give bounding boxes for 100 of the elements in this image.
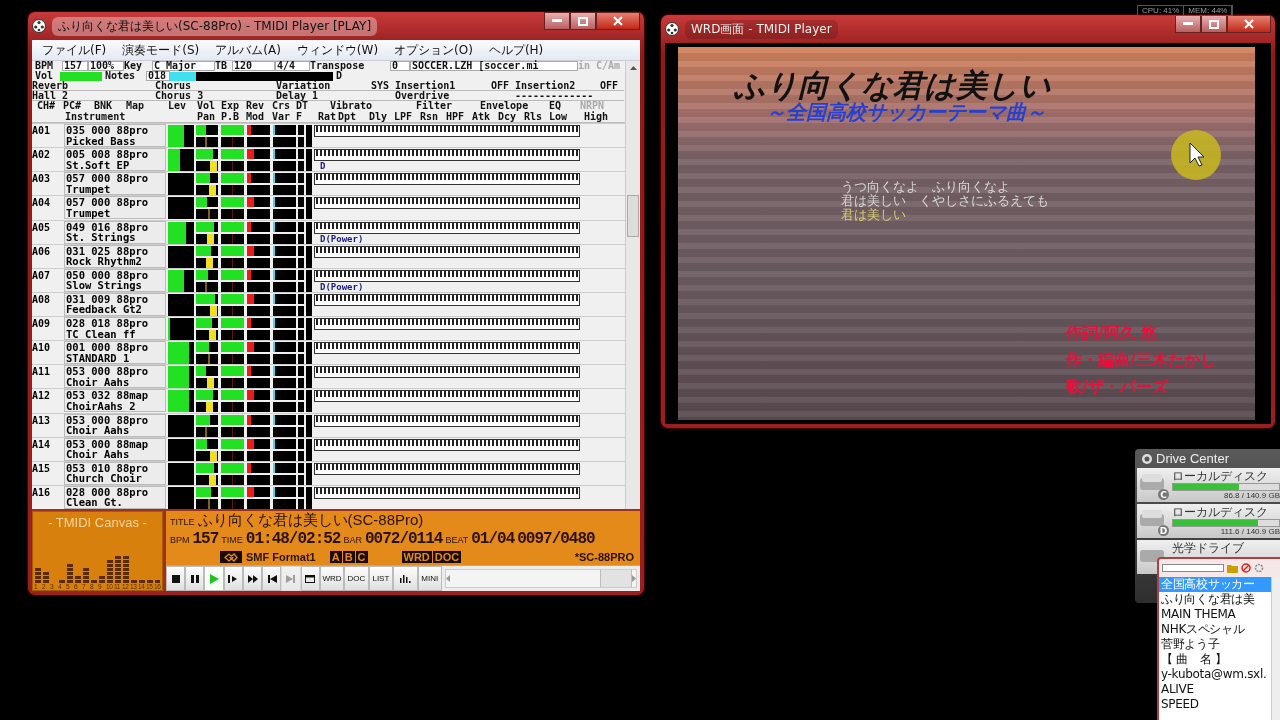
channel-number: A08 — [32, 292, 52, 305]
window-button[interactable] — [300, 566, 320, 591]
column-heading: Filter — [416, 101, 454, 111]
instrument-name: Trumpet — [66, 207, 112, 219]
column-heading: Vibrato — [330, 101, 374, 111]
channel-number: A06 — [32, 244, 52, 257]
channel-number: A13 — [32, 413, 52, 426]
program-number: 050 000 88pro — [66, 269, 150, 281]
program-number: 053 000 88pro — [66, 414, 150, 425]
instrument-name: ChoirAahs 2 — [66, 400, 136, 412]
playlist-item[interactable]: y-kubota@wm.sxl. — [1159, 667, 1271, 682]
progress-field — [1162, 564, 1224, 572]
maximize-icon — [1209, 19, 1219, 29]
menu-item[interactable]: ヘルプ(H) — [482, 40, 550, 60]
key-label: Key — [124, 61, 144, 71]
minimize-icon — [1183, 22, 1193, 26]
film-reel-icon — [32, 19, 46, 33]
column-heading: LPF — [394, 111, 414, 122]
channel-number: A07 — [32, 268, 52, 281]
pause-button[interactable] — [185, 566, 205, 591]
playlist-item[interactable]: 【 曲 名 】 — [1159, 652, 1271, 667]
window-title: ふり向くな君は美しい(SC-88Pro) - TMIDI Player [PLAY] — [52, 16, 378, 36]
playlist-item[interactable]: SPEED — [1159, 697, 1271, 712]
sound-module: *SC-88PRO — [574, 551, 635, 563]
menu-item[interactable]: ウィンドウ(W) — [290, 40, 385, 60]
effect-value: Overdrive — [395, 91, 450, 100]
instrument-name: St. Strings — [66, 232, 136, 243]
instrument-name: STANDARD 1 — [66, 352, 130, 364]
stop-button[interactable] — [166, 566, 186, 591]
cpu-usage: CPU: 41% — [1138, 6, 1185, 15]
window-title: WRD画面 - TMIDI Player — [685, 19, 838, 39]
cursor-icon — [1170, 129, 1222, 181]
effect-value: Chorus 3 — [155, 91, 204, 100]
playlist-item[interactable]: ふり向くな君は美 — [1159, 592, 1271, 607]
column-heading: Low — [549, 111, 569, 122]
maximize-icon — [578, 16, 588, 26]
effect-label: Reverb — [32, 81, 69, 90]
playlist-item[interactable]: NHKスペシャル — [1159, 622, 1271, 637]
film-reel-icon — [665, 22, 679, 36]
column-heading: Rsn — [420, 111, 440, 122]
playlist-item[interactable]: 菅野よう子 — [1159, 637, 1271, 652]
widget-title: Drive Center — [1156, 451, 1229, 466]
close-button[interactable] — [596, 12, 640, 30]
scrollbar[interactable] — [444, 569, 637, 588]
playlist-item[interactable]: MAIN THEMA — [1159, 607, 1271, 622]
drive-item[interactable]: D ローカルディスク 111.6 / 140.9 GB — [1137, 504, 1280, 538]
transpose-label: Transpose — [310, 61, 366, 71]
drive-item[interactable]: C ローカルディスク 86.8 / 140.9 GB — [1137, 468, 1280, 502]
program-number: 001 000 88pro — [66, 342, 150, 353]
previous-button[interactable] — [262, 566, 282, 591]
maximize-button[interactable] — [570, 12, 596, 30]
column-heading: NRPN — [580, 101, 606, 111]
prohibited-icon[interactable] — [1241, 563, 1251, 573]
key-value: C Major — [152, 61, 215, 71]
beat-value: 01/04 — [471, 530, 515, 548]
program-number: 053 010 88pro — [66, 462, 150, 474]
view-button[interactable]: DOC — [344, 566, 369, 591]
scroll-thumb[interactable] — [599, 570, 632, 587]
logo-icon — [220, 551, 242, 563]
effect-label: Insertion2 — [515, 81, 576, 90]
scrollbar[interactable] — [1271, 577, 1280, 720]
menu-item[interactable]: アルバム(A) — [209, 40, 287, 60]
drive-name: ローカルディスク — [1172, 470, 1269, 483]
drive-name: 光学ドライブ — [1172, 542, 1245, 555]
view-button[interactable]: MINI — [417, 566, 442, 591]
credit-line: 作詞/阿久 悠 — [1066, 323, 1159, 344]
view-button[interactable]: WRD — [319, 566, 345, 591]
column-heading: Mod — [246, 111, 266, 122]
instrument-name: Feedback Gt2 — [66, 304, 142, 315]
program-number: 049 016 88pro — [66, 221, 150, 232]
program-number: 031 025 88pro — [66, 245, 150, 257]
channel-number: A03 — [32, 172, 52, 185]
file-name: SOCCER.LZH [soccer.mi — [410, 61, 578, 71]
column-heading: Exp — [221, 101, 241, 111]
close-icon — [613, 16, 623, 26]
column-heading: Envelope — [480, 101, 529, 111]
part-indicator: A — [329, 551, 342, 563]
scroll-left-icon — [445, 575, 450, 582]
view-button[interactable]: LIST — [368, 566, 394, 591]
channel-number: A09 — [32, 317, 52, 329]
bpm-value: 157 — [192, 530, 219, 548]
menu-item[interactable]: 演奏モード(S) — [116, 40, 206, 60]
bar-chart-icon — [399, 572, 412, 585]
column-heading: Vol — [197, 101, 217, 111]
channel-number: A14 — [32, 437, 52, 450]
lyric-line: 君は美しい くやしさにふるえても — [841, 194, 1049, 208]
menu-item[interactable]: ファイル(F) — [36, 40, 113, 60]
scrollbar[interactable] — [625, 61, 640, 509]
instrument-name: Choir Aahs — [66, 425, 130, 436]
document-indicator: DOC — [432, 551, 462, 563]
bars-button[interactable] — [393, 566, 418, 591]
minimize-button[interactable] — [544, 12, 570, 30]
time-signature: 4/4 — [275, 61, 310, 71]
playlist-item[interactable]: ALIVE — [1159, 682, 1271, 697]
bpm-value: 157 — [62, 61, 88, 71]
close-button[interactable] — [1227, 15, 1271, 33]
menu-item[interactable]: オプション(O) — [388, 40, 479, 60]
beat-label: BEAT — [445, 535, 469, 545]
scroll-thumb[interactable] — [627, 195, 639, 237]
channel-number: A04 — [32, 196, 52, 209]
